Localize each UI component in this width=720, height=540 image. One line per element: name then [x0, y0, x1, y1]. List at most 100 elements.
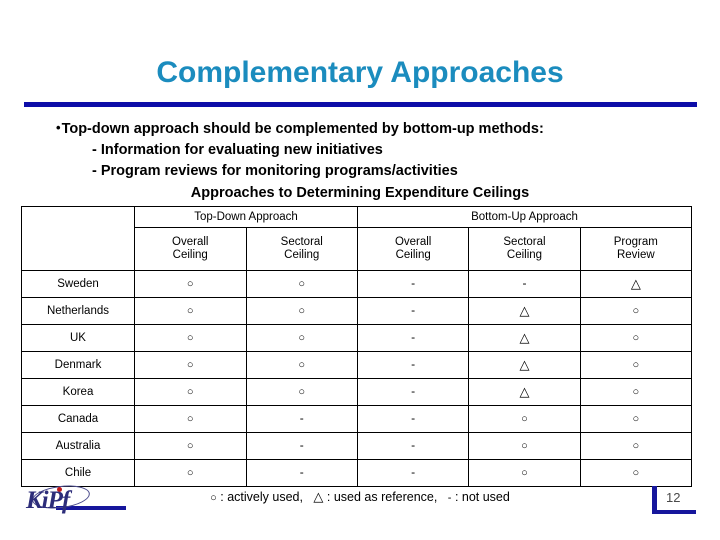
circle-icon: ○ [632, 412, 640, 425]
mark-cell: ○ [579, 405, 693, 433]
mark-cell: △ [468, 351, 581, 379]
column-header-line-1: Sectoral [280, 236, 323, 248]
mark-cell: ○ [245, 324, 358, 352]
table-group-header-row: Top-Down Approach Bottom-Up Approach [21, 206, 692, 271]
circle-icon: ○ [186, 439, 194, 452]
country-cell: UK [21, 324, 135, 352]
mark-cell: ○ [468, 405, 581, 433]
table-row: UK ○ ○ - △ ○ [21, 324, 693, 352]
circle-icon: ○ [186, 331, 194, 344]
title-divider [24, 102, 697, 107]
mark-cell: △ [579, 270, 693, 298]
dash-icon: - [411, 438, 416, 452]
logo-text: KiPf [26, 487, 70, 514]
dash-icon: - [411, 276, 416, 290]
circle-icon: ○ [521, 439, 528, 452]
circle-icon: ○ [632, 385, 640, 398]
triangle-icon: △ [519, 356, 530, 372]
circle-icon: ○ [521, 412, 528, 425]
bullet-item-1-label: Top-down approach should be complemented… [61, 121, 544, 137]
mark-cell: - [356, 351, 470, 379]
dash-icon: - [411, 465, 416, 479]
country-cell: Sweden [21, 270, 135, 298]
mark-cell: ○ [245, 378, 358, 406]
approaches-table: Top-Down Approach Bottom-Up Approach Ove… [21, 206, 693, 487]
country-cell: Korea [21, 378, 135, 406]
mark-cell: ○ [579, 324, 693, 352]
circle-icon: ○ [186, 412, 194, 425]
mark-cell: △ [468, 324, 581, 352]
country-cell: Australia [21, 432, 135, 460]
mark-cell: - [356, 432, 470, 460]
kipf-logo: KiPf [26, 482, 102, 518]
mark-cell: - [245, 459, 358, 487]
table-row: Chile ○ - - ○ ○ [21, 459, 693, 487]
circle-icon: ○ [298, 277, 306, 290]
mark-cell: ○ [579, 297, 693, 325]
mark-cell: - [468, 270, 581, 298]
column-header-bottomup-overall-ceiling: Overall Ceiling [356, 227, 470, 271]
bullet-item-3: - Program reviews for monitoring program… [92, 163, 458, 179]
legend-dash-label: : not used [454, 490, 510, 504]
dash-icon: - [299, 411, 304, 425]
mark-cell: △ [468, 378, 581, 406]
table-caption: Approaches to Determining Expenditure Ce… [190, 185, 530, 201]
mark-cell: - [356, 459, 470, 487]
country-cell: Canada [21, 405, 135, 433]
circle-icon: ○ [186, 466, 194, 479]
column-header-bottomup-sectoral-ceiling: Sectoral Ceiling [468, 227, 581, 271]
legend-triangle-icon: △ [313, 489, 324, 504]
mark-cell: ○ [245, 270, 358, 298]
circle-icon: ○ [632, 358, 640, 371]
page-number: 12 [666, 490, 681, 505]
dash-icon: - [411, 357, 416, 371]
dash-icon: - [411, 303, 416, 317]
mark-cell: ○ [134, 324, 247, 352]
triangle-icon: △ [519, 383, 530, 399]
dash-icon: - [299, 465, 304, 479]
country-cell: Denmark [21, 351, 135, 379]
legend-circle-label: : actively used, [220, 490, 303, 504]
mark-cell: - [356, 405, 470, 433]
mark-cell: ○ [468, 459, 581, 487]
legend-circle-icon: ○ [210, 492, 217, 504]
table-row: Sweden ○ ○ - - △ [21, 270, 693, 298]
bullet-item-1: •Top-down approach should be complemente… [0, 117, 720, 140]
column-header-topdown-sectoral-ceiling: Sectoral Ceiling [245, 227, 358, 271]
circle-icon: ○ [298, 358, 306, 371]
circle-icon: ○ [298, 304, 306, 317]
mark-cell: ○ [134, 270, 247, 298]
triangle-icon: △ [519, 302, 530, 318]
table-row: Denmark ○ ○ - △ ○ [21, 351, 693, 379]
mark-cell: ○ [134, 432, 247, 460]
circle-icon: ○ [521, 466, 528, 479]
dash-icon: - [299, 438, 304, 452]
column-header-line-1: Program [613, 236, 658, 248]
dash-icon: - [411, 411, 416, 425]
mark-cell: ○ [245, 351, 358, 379]
table-row: Netherlands ○ ○ - △ ○ [21, 297, 693, 325]
country-cell: Netherlands [21, 297, 135, 325]
legend-triangle-label: : used as reference, [326, 490, 438, 504]
column-header-line-2: Ceiling [284, 249, 320, 261]
mark-cell: - [356, 270, 470, 298]
circle-icon: ○ [298, 385, 306, 398]
circle-icon: ○ [186, 385, 194, 398]
circle-icon: ○ [632, 304, 640, 317]
mark-cell: - [356, 378, 470, 406]
page-title: Complementary Approaches [156, 56, 564, 89]
mark-cell: ○ [579, 432, 693, 460]
bullet-list: •Top-down approach should be complemente… [0, 117, 720, 204]
mark-cell: ○ [579, 378, 693, 406]
page-number-marker: 12 [652, 486, 698, 518]
table-header: Top-Down Approach Bottom-Up Approach Ove… [21, 206, 693, 271]
column-header-bottomup-program-review: Program Review [579, 227, 693, 271]
circle-icon: ○ [632, 331, 640, 344]
mark-cell: - [356, 324, 470, 352]
mark-cell: ○ [134, 297, 247, 325]
mark-cell: - [245, 405, 358, 433]
column-header-line-2: Ceiling [395, 249, 431, 261]
mark-cell: - [356, 297, 470, 325]
table-body: Sweden ○ ○ - - △ Netherlands ○ ○ - △ ○ UK ○ ○ - △ ○ Denmar… [21, 270, 693, 487]
table-row: Australia ○ - - ○ ○ [21, 432, 693, 460]
